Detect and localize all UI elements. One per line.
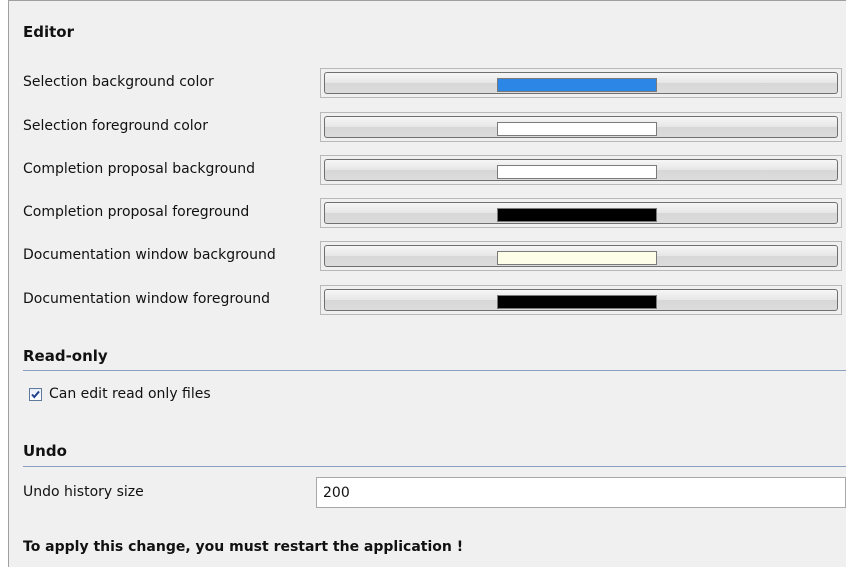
completion-foreground-color-button[interactable] [320,198,842,228]
color-swatch [497,78,657,92]
preferences-panel: Editor Selection background color Select… [8,0,846,567]
undo-section-title: Undo [23,442,67,460]
documentation-background-color-button[interactable] [320,241,842,271]
can-edit-read-only-checkbox[interactable] [29,388,42,401]
color-swatch [497,295,657,309]
color-swatch [497,122,657,136]
button-face [324,245,838,267]
selection-background-color-button[interactable] [320,68,842,98]
undo-history-size-input[interactable] [316,477,846,508]
button-face [324,159,838,181]
read-only-separator [23,370,846,371]
selection-foreground-color-button[interactable] [320,112,842,142]
read-only-section-title: Read-only [23,347,108,365]
button-face [324,72,838,94]
documentation-foreground-label: Documentation window foreground [23,291,271,307]
documentation-background-label: Documentation window background [23,247,276,263]
color-swatch [497,165,657,179]
selection-foreground-label: Selection foreground color [23,118,208,134]
button-face [324,202,838,224]
documentation-foreground-color-button[interactable] [320,285,842,315]
completion-background-label: Completion proposal background [23,161,256,177]
undo-separator [23,466,846,467]
checkmark-icon [31,390,40,399]
editor-section-title: Editor [23,23,74,41]
button-face [324,289,838,311]
selection-background-label: Selection background color [23,74,214,90]
completion-foreground-label: Completion proposal foreground [23,204,250,220]
color-swatch [497,251,657,265]
button-face [324,116,838,138]
restart-notice: To apply this change, you must restart t… [23,539,464,555]
undo-history-size-label: Undo history size [23,484,144,500]
can-edit-read-only-label[interactable]: Can edit read only files [49,386,211,402]
completion-background-color-button[interactable] [320,155,842,185]
color-swatch [497,208,657,222]
